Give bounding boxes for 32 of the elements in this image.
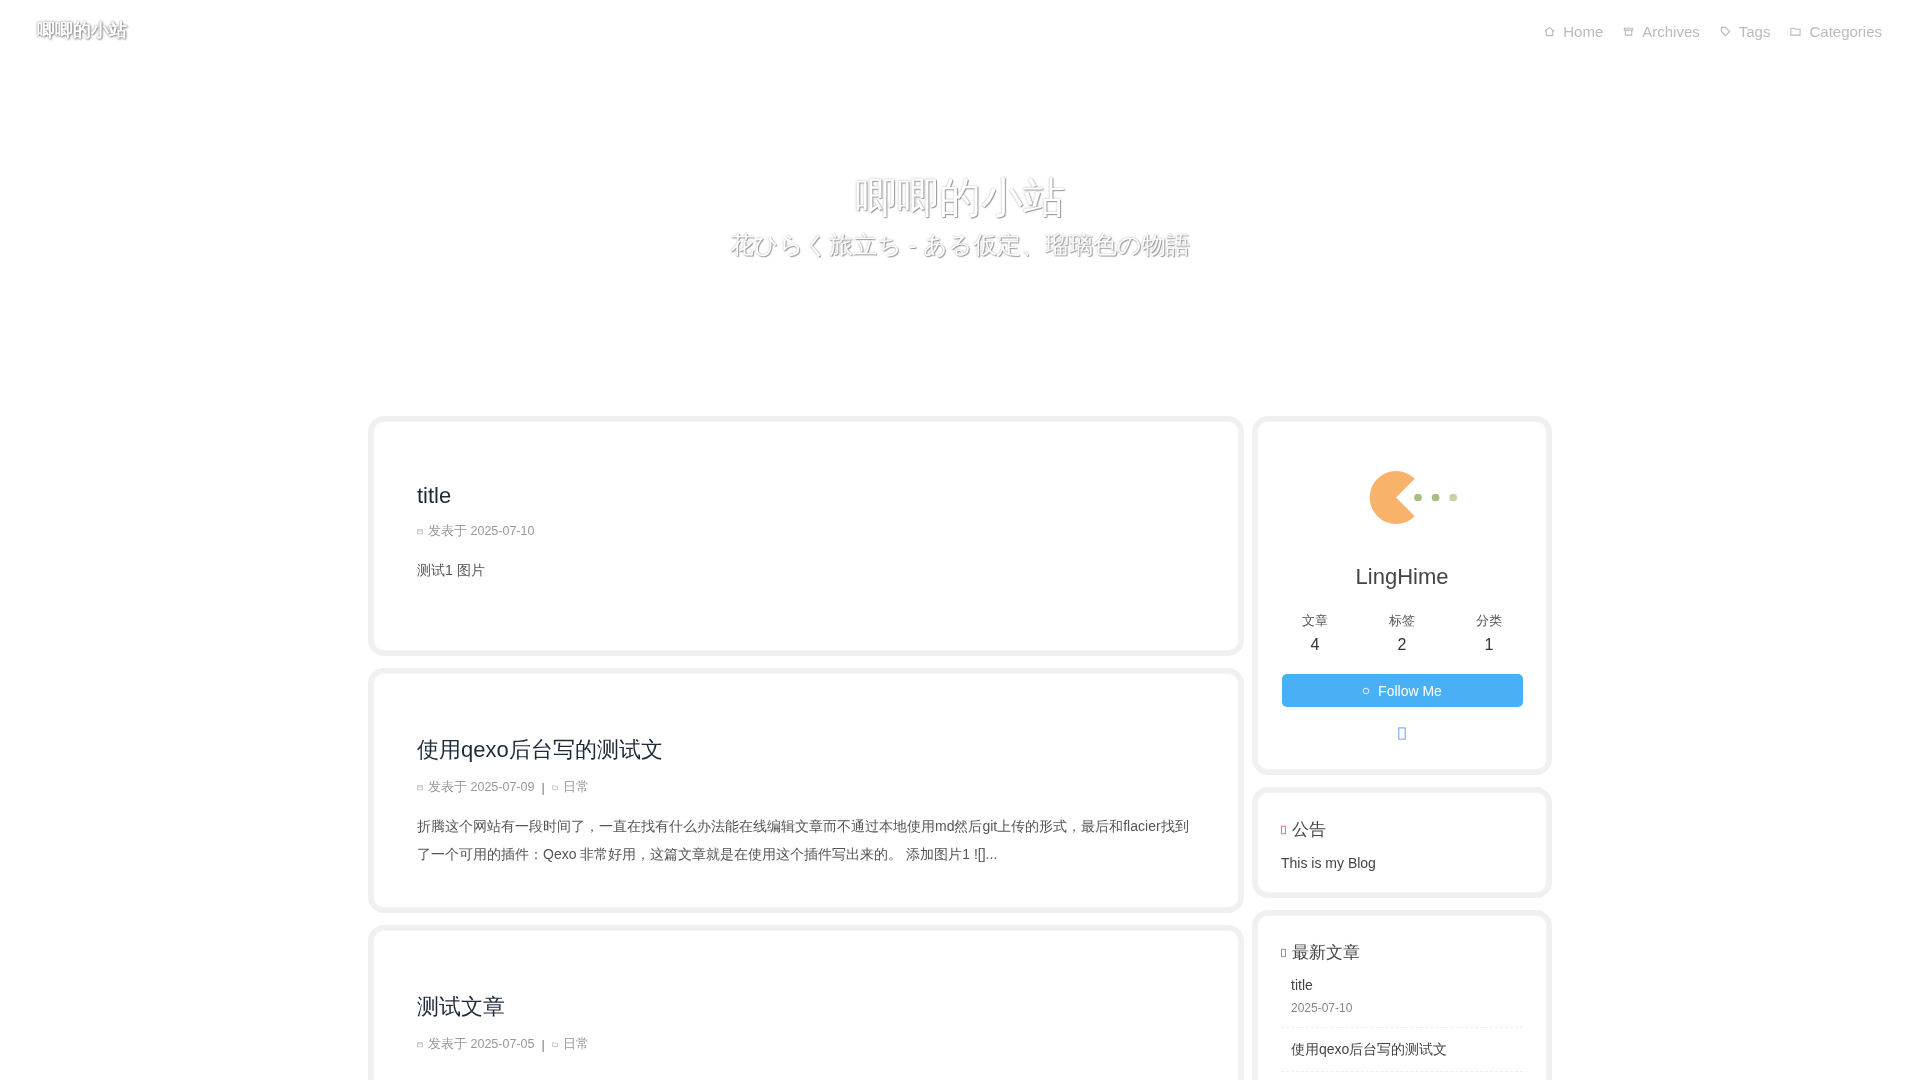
author-name: LingHime bbox=[1355, 564, 1449, 590]
post-date: 发表于 2025-07-10 bbox=[428, 523, 535, 540]
recent-post-link[interactable]: 使用qexo后台写的测试文 bbox=[1291, 1041, 1513, 1059]
recent-post-date: 2025-07-10 bbox=[1291, 1001, 1354, 1015]
post-date: 发表于 2025-07-05 bbox=[428, 1036, 535, 1053]
meta-separator: | bbox=[541, 1037, 545, 1052]
folder-icon bbox=[551, 1040, 558, 1049]
circle-icon bbox=[1362, 686, 1371, 695]
recent-post-link[interactable]: title bbox=[1291, 977, 1513, 993]
folder-icon bbox=[1790, 25, 1802, 37]
meta-separator: | bbox=[541, 780, 545, 795]
calendar-icon bbox=[417, 783, 423, 792]
home-icon bbox=[1544, 25, 1556, 37]
folder-icon bbox=[551, 783, 558, 792]
hero-subtitle: 花ひらく旅立ち - ある仮定、瑠璃色の物語 bbox=[729, 230, 1191, 261]
stat-link[interactable]: 分类 1 bbox=[1476, 612, 1502, 654]
tag-icon bbox=[1719, 25, 1731, 37]
post-excerpt: 测试1 图片 bbox=[417, 561, 486, 580]
widget-heading: 公告 bbox=[1292, 819, 1326, 841]
hero-title: 唧唧的小站 bbox=[855, 173, 1065, 223]
calendar-icon bbox=[417, 527, 423, 536]
post-date: 发表于 2025-07-09 bbox=[428, 779, 535, 796]
stat-link[interactable]: 标签 2 bbox=[1389, 612, 1415, 654]
post-title[interactable]: 使用qexo后台写的测试文 bbox=[417, 735, 1199, 765]
archive-icon bbox=[1623, 25, 1635, 37]
post-title[interactable]: title bbox=[417, 483, 1199, 509]
post-title[interactable]: 测试文章 bbox=[417, 992, 1199, 1022]
widget-heading: 最新文章 bbox=[1292, 942, 1360, 964]
announcement-text: This is my Blog bbox=[1281, 855, 1377, 871]
stat-link[interactable]: 文章 4 bbox=[1302, 612, 1328, 654]
post-excerpt: 折腾这个网站有一段时间了，一直在找有什么办法能在线编辑文章而不通过本地使用md然后git上传的形式，最后和flacier找到了一个可用的插件：Qexo 非常好用，这篇文章就是在使用这个插件写出来的。 添加图片1 ![]... bbox=[417, 817, 1190, 864]
calendar-icon bbox=[417, 1040, 423, 1049]
